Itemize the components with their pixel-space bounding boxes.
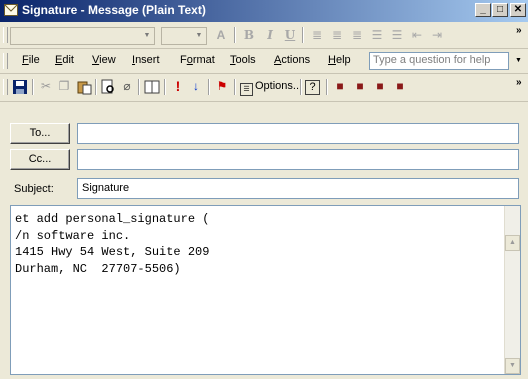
toolbar-separator bbox=[326, 79, 328, 95]
scroll-down-icon[interactable]: ▼ bbox=[505, 358, 520, 374]
reply-icon[interactable]: ■ bbox=[392, 78, 408, 94]
menu-edit-label: dit bbox=[62, 54, 74, 66]
menu-help-label: elp bbox=[335, 54, 351, 66]
menu-tools-label: ools bbox=[235, 54, 256, 66]
flag-icon[interactable]: ⚑ bbox=[214, 78, 230, 94]
vertical-scrollbar[interactable]: ▲ ▼ bbox=[504, 206, 520, 374]
menu-actions[interactable]: Actions bbox=[274, 54, 310, 66]
numbering-icon[interactable]: ☰ bbox=[389, 27, 405, 43]
menu-actions-label: ctions bbox=[281, 54, 311, 66]
toolbar-separator bbox=[302, 27, 304, 43]
menu-view[interactable]: View bbox=[92, 54, 116, 66]
menu-view-label: iew bbox=[99, 54, 116, 66]
align-left-icon[interactable]: ≣ bbox=[309, 27, 325, 43]
menu-bar: File Edit View Insert Format Tools Actio… bbox=[0, 49, 528, 74]
formatting-toolbar: ▼ ▼ A B I U ≣ ≣ ≣ ☰ ☰ ⇤ ⇥ » bbox=[0, 23, 528, 49]
forward-icon[interactable]: ■ bbox=[372, 78, 388, 94]
title-bar[interactable]: Signature - Message (Plain Text) _ □ ✕ bbox=[0, 0, 528, 22]
standard-toolbar: ✂ ❐ ⌀ ! ↓ ⚑ ☰ Options... ? ■ ■ ■ ■ » bbox=[0, 74, 528, 102]
menu-insert[interactable]: Insert bbox=[132, 54, 160, 66]
importance-low-icon[interactable]: ↓ bbox=[188, 78, 204, 94]
align-right-icon[interactable]: ≣ bbox=[349, 27, 365, 43]
options-label: Options... bbox=[255, 80, 303, 92]
cc-button[interactable]: Cc... bbox=[10, 149, 70, 170]
toolbar-separator bbox=[208, 79, 210, 95]
toolbar-overflow-icon[interactable]: » bbox=[516, 77, 522, 88]
font-name-combo[interactable]: ▼ bbox=[10, 27, 155, 45]
chevron-down-icon[interactable]: ▼ bbox=[515, 57, 522, 64]
importance-high-icon[interactable]: ! bbox=[170, 78, 186, 94]
toolbar-separator bbox=[164, 79, 166, 95]
copy-icon[interactable]: ❐ bbox=[56, 78, 72, 94]
message-body-text[interactable]: et add personal_signature ( /n software … bbox=[15, 211, 209, 277]
chevron-down-icon: ▼ bbox=[143, 32, 151, 39]
align-center-icon[interactable]: ≣ bbox=[329, 27, 345, 43]
attach-icon[interactable]: ⌀ bbox=[119, 78, 135, 94]
toolbar-separator bbox=[234, 79, 236, 95]
subject-field[interactable]: Signature bbox=[77, 178, 519, 199]
print-preview-icon[interactable] bbox=[100, 79, 116, 95]
cut-icon[interactable]: ✂ bbox=[38, 78, 54, 94]
menu-help[interactable]: Help bbox=[328, 54, 351, 66]
decrease-indent-icon[interactable]: ⇤ bbox=[409, 27, 425, 43]
scroll-up-icon[interactable]: ▲ bbox=[505, 235, 520, 251]
toolbar-grip[interactable] bbox=[3, 27, 8, 43]
next-item-icon[interactable]: ■ bbox=[352, 78, 368, 94]
options-icon: ☰ bbox=[240, 83, 253, 96]
toolbar-overflow-icon[interactable]: » bbox=[516, 25, 522, 36]
ask-question-input[interactable]: Type a question for help bbox=[369, 52, 509, 70]
paste-icon[interactable] bbox=[76, 79, 92, 95]
envelope-icon bbox=[4, 4, 18, 16]
menubar-grip[interactable] bbox=[3, 53, 8, 69]
chevron-down-icon: ▼ bbox=[195, 32, 203, 39]
font-color-icon[interactable]: A bbox=[213, 27, 229, 43]
address-book-icon[interactable] bbox=[144, 79, 160, 95]
toolbar-separator bbox=[234, 27, 236, 43]
underline-icon[interactable]: U bbox=[283, 27, 297, 43]
cc-field[interactable] bbox=[77, 149, 519, 170]
maximize-button[interactable]: □ bbox=[492, 3, 508, 17]
menu-file-label: ile bbox=[28, 54, 40, 66]
to-button[interactable]: To... bbox=[10, 123, 70, 144]
bullets-icon[interactable]: ☰ bbox=[369, 27, 385, 43]
font-size-combo[interactable]: ▼ bbox=[161, 27, 207, 45]
save-icon[interactable] bbox=[12, 79, 28, 95]
menu-tools[interactable]: Tools bbox=[230, 54, 256, 66]
increase-indent-icon[interactable]: ⇥ bbox=[429, 27, 445, 43]
toolbar-separator bbox=[138, 79, 140, 95]
help-icon[interactable]: ? bbox=[305, 80, 320, 95]
previous-item-icon[interactable]: ■ bbox=[332, 78, 348, 94]
bold-icon[interactable]: B bbox=[242, 27, 256, 43]
message-body[interactable]: et add personal_signature ( /n software … bbox=[10, 205, 521, 375]
toolbar-grip[interactable] bbox=[3, 79, 8, 95]
menu-file-accel: F bbox=[22, 54, 29, 66]
toolbar-separator bbox=[32, 79, 34, 95]
italic-icon[interactable]: I bbox=[263, 27, 277, 43]
to-field[interactable] bbox=[77, 123, 519, 144]
menu-file[interactable]: File bbox=[22, 54, 40, 66]
subject-label: Subject: bbox=[14, 183, 54, 195]
options-button[interactable]: ☰ Options... bbox=[240, 77, 303, 96]
menu-help-accel: H bbox=[328, 54, 336, 66]
message-window: Signature - Message (Plain Text) _ □ ✕ ▼… bbox=[0, 0, 528, 379]
menu-format-pre: F bbox=[180, 54, 187, 66]
toolbar-separator bbox=[95, 79, 97, 95]
menu-format-label: rmat bbox=[192, 54, 215, 66]
close-button[interactable]: ✕ bbox=[510, 3, 526, 17]
toolbar-separator bbox=[300, 79, 302, 95]
menu-insert-label: nsert bbox=[135, 54, 160, 66]
window-title: Signature - Message (Plain Text) bbox=[22, 3, 206, 17]
minimize-button[interactable]: _ bbox=[475, 3, 491, 17]
menu-edit[interactable]: Edit bbox=[55, 54, 74, 66]
menu-format[interactable]: Format bbox=[180, 54, 215, 66]
